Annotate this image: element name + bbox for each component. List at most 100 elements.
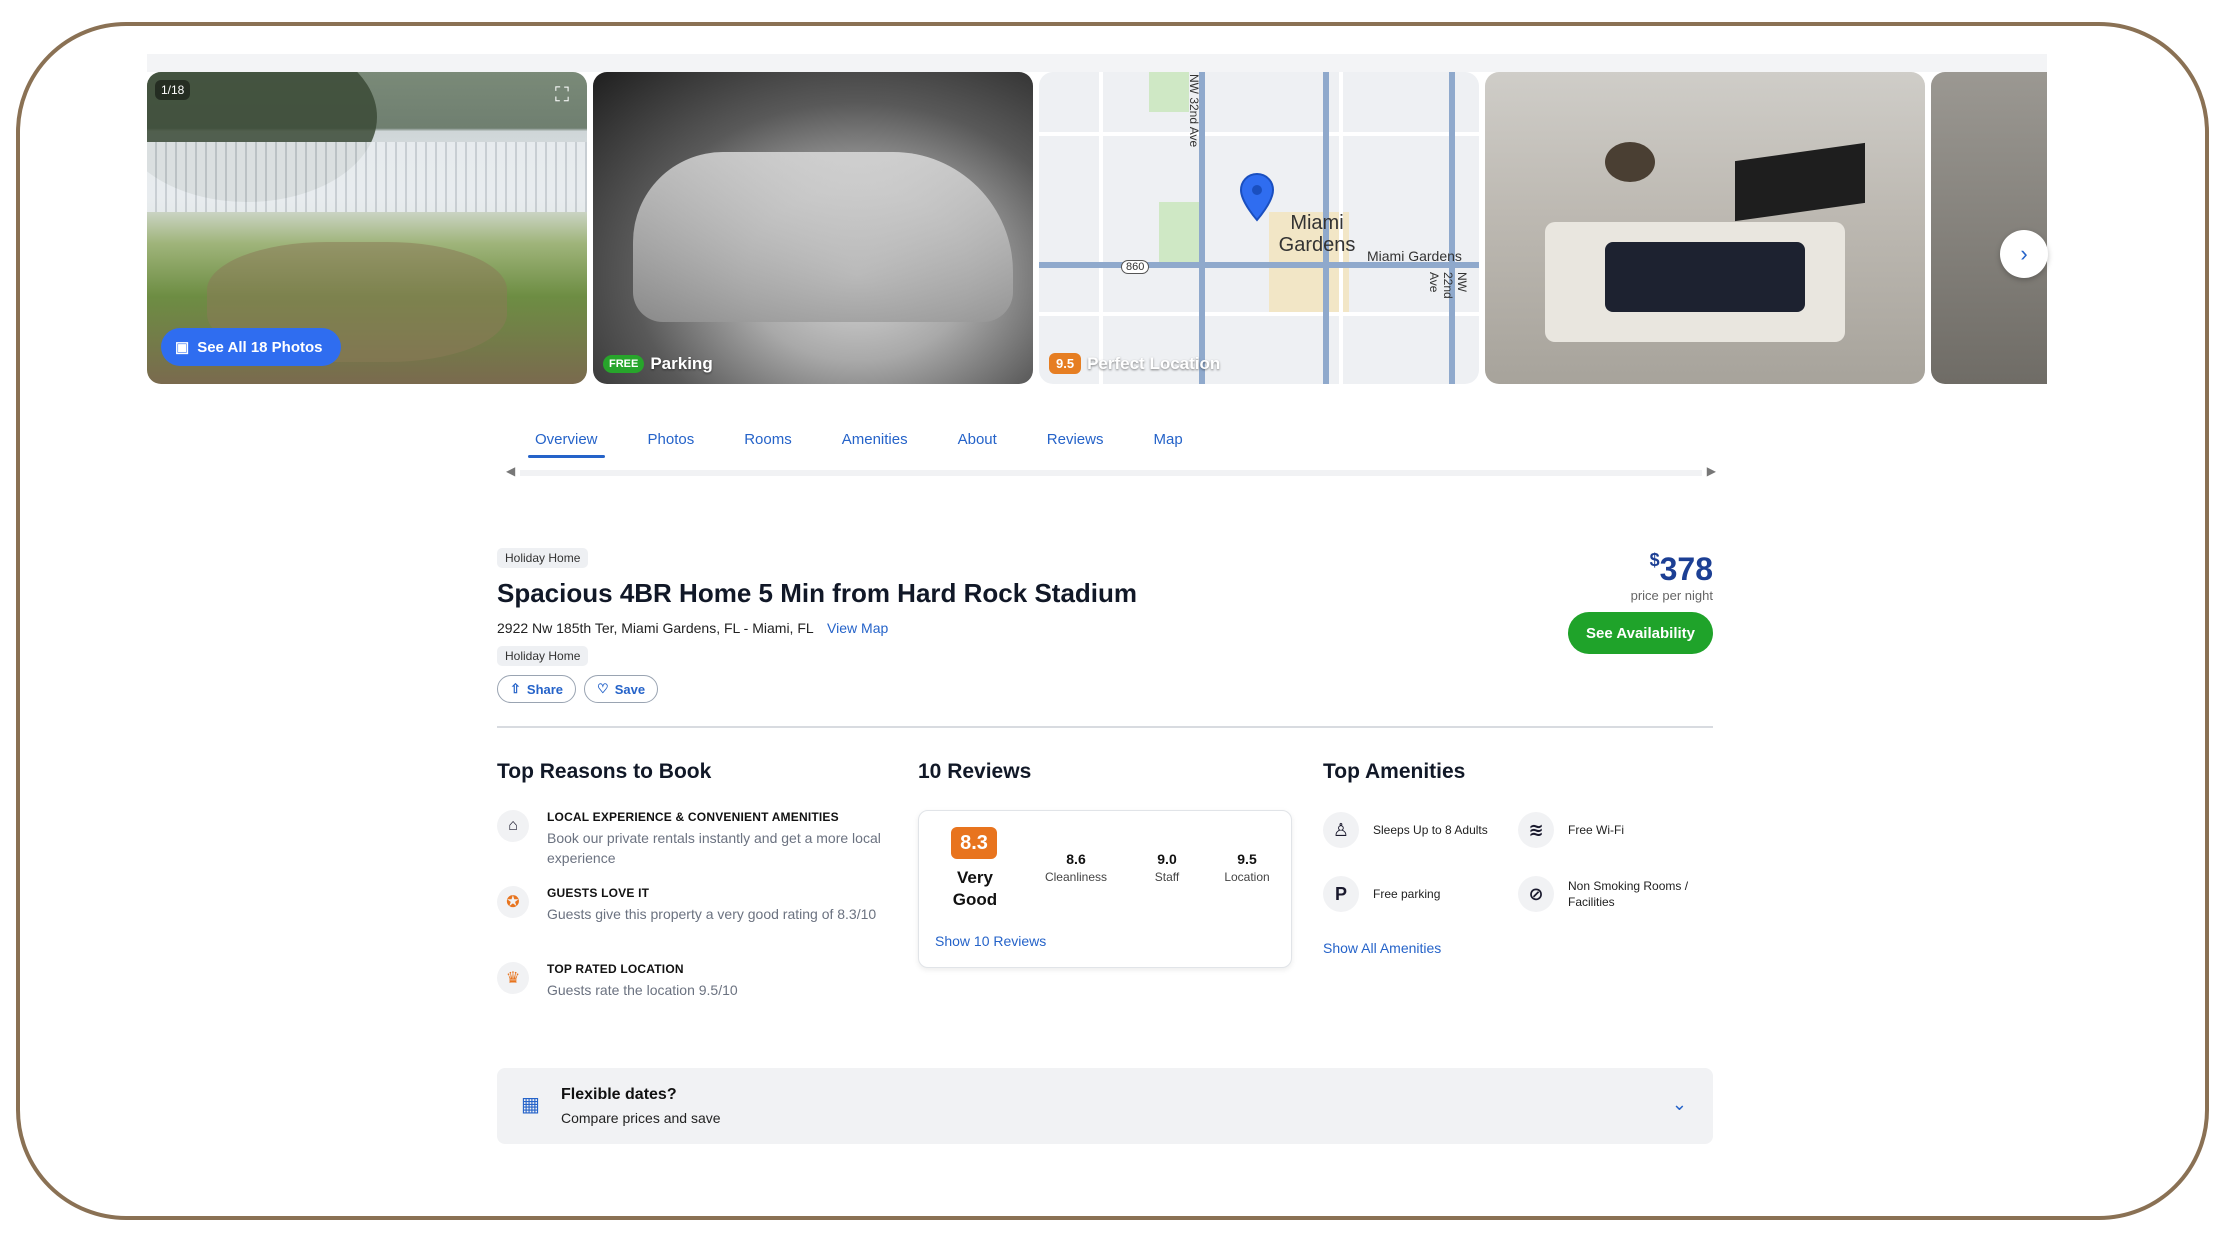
map-pin-icon — [1239, 172, 1275, 222]
photo-backyard[interactable]: 1/18 ⛶ ▣ See All 18 Photos — [147, 72, 587, 384]
park-area — [1159, 202, 1199, 262]
tab-map[interactable]: Map — [1128, 426, 1207, 466]
map-road-label: NW 22nd Ave — [1427, 272, 1469, 299]
review-sub-score: 9.0 Staff — [1137, 851, 1197, 884]
price-note: price per night — [1630, 588, 1713, 603]
expand-icon[interactable]: ⛶ — [549, 82, 575, 108]
reason-body: Book our private rentals instantly and g… — [547, 830, 881, 866]
reason-body: Guests give this property a very good ra… — [547, 906, 877, 922]
reviews-title: 10 Reviews — [918, 760, 1032, 783]
scroll-track[interactable] — [520, 470, 1702, 476]
scroll-left-icon[interactable]: ◀ — [506, 464, 515, 478]
photo-bedroom[interactable] — [1485, 72, 1925, 384]
share-label: Share — [526, 681, 564, 697]
scroll-right-icon[interactable]: ▶ — [1707, 464, 1716, 478]
sub-score-label: Location — [1224, 870, 1270, 884]
flexible-dates-title: Flexible dates? — [561, 1086, 677, 1103]
location-score-badge: 9.5 — [1049, 353, 1082, 374]
tabs-scrollbar[interactable]: ◀ ▶ — [506, 464, 1716, 482]
major-road — [1449, 72, 1455, 384]
review-sub-score: 9.5 Location — [1207, 851, 1287, 884]
review-score-word: Very Good — [952, 868, 998, 909]
review-sub-score: 8.6 Cleanliness — [1027, 851, 1125, 884]
see-all-photos-button[interactable]: ▣ See All 18 Photos — [161, 328, 341, 366]
reasons-title: Top Reasons to Book — [497, 760, 712, 783]
price-value: 378 — [1659, 551, 1713, 587]
trophy-icon: ♛ — [497, 962, 529, 994]
price-currency: $ — [1649, 550, 1660, 570]
map-road-label: Miami Gardens — [1367, 248, 1462, 264]
share-button[interactable]: ⇧ Share — [497, 675, 577, 703]
amenity-label: Non Smoking Rooms / Facilities — [1568, 879, 1689, 909]
no-smoking-icon: ⊘ — [1518, 876, 1554, 912]
location-caption: 9.5 Perfect Location — [1049, 353, 1220, 374]
see-all-photos-label: See All 18 Photos — [197, 338, 323, 356]
photo-gallery: 1/18 ⛶ ▣ See All 18 Photos FREE Parking … — [147, 72, 2047, 384]
tab-photos[interactable]: Photos — [623, 426, 720, 466]
amenity-item: P Free parking — [1323, 876, 1503, 912]
reason-head: GUESTS LOVE IT — [547, 886, 650, 900]
property-type-pill-2: Holiday Home — [497, 646, 589, 666]
blanket-shape — [1605, 242, 1805, 312]
reason-head: LOCAL EXPERIENCE & CONVENIENT AMENITIES — [547, 810, 839, 824]
tab-about[interactable]: About — [933, 426, 1022, 466]
photo-parking[interactable]: FREE Parking — [593, 72, 1033, 384]
chevron-down-icon[interactable]: ⌄ — [1672, 1094, 1687, 1115]
save-label: Save — [614, 681, 646, 697]
tv-shape — [1735, 142, 1865, 222]
tab-reviews[interactable]: Reviews — [1022, 426, 1129, 466]
clock-shape — [1605, 142, 1655, 182]
tab-rooms[interactable]: Rooms — [719, 426, 817, 466]
sub-score-value: 9.5 — [1237, 851, 1257, 867]
house-icon: ⌂ — [497, 810, 529, 842]
view-map-link[interactable]: View Map — [827, 620, 888, 636]
parking-caption-label: Parking — [650, 354, 713, 373]
tab-amenities[interactable]: Amenities — [817, 426, 933, 466]
map-city-label: Miami Gardens — [1278, 212, 1356, 256]
person-icon: ♙ — [1323, 812, 1359, 848]
car-shape — [633, 152, 1013, 322]
photo-bathroom[interactable] — [1931, 72, 2047, 384]
road — [1099, 72, 1103, 384]
see-availability-button[interactable]: See Availability — [1568, 612, 1713, 654]
reason-item: ✪ GUESTS LOVE IT Guests give this proper… — [497, 886, 897, 924]
free-badge: FREE — [603, 355, 645, 373]
tab-overview[interactable]: Overview — [510, 426, 623, 466]
map-road-label: NW 32nd Ave — [1187, 74, 1201, 148]
amenity-label: Sleeps Up to 8 Adults — [1373, 823, 1488, 837]
reason-head: TOP RATED LOCATION — [547, 962, 684, 976]
reason-body: Guests rate the location 9.5/10 — [547, 982, 738, 998]
sub-score-value: 8.6 — [1066, 851, 1086, 867]
show-reviews-link[interactable]: Show 10 Reviews — [935, 933, 1046, 949]
amenity-item: ♙ Sleeps Up to 8 Adults — [1323, 812, 1503, 848]
sub-score-label: Staff — [1154, 870, 1180, 884]
amenity-item: ⊘ Non Smoking Rooms / Facilities — [1518, 876, 1698, 912]
heart-icon: ♡ — [597, 681, 609, 696]
parking-caption: FREE Parking — [603, 354, 713, 374]
park-area — [1149, 72, 1189, 112]
price-box: $378 price per night — [1631, 550, 1713, 603]
amenity-label: Free parking — [1373, 887, 1441, 901]
photo-map[interactable]: Miami Gardens Miami Gardens NW 32nd Ave … — [1039, 72, 1479, 384]
calendar-icon: ▦ — [521, 1094, 540, 1116]
share-icon: ⇧ — [510, 681, 521, 696]
amenity-label: Free Wi-Fi — [1568, 823, 1624, 837]
parking-icon: P — [1323, 876, 1359, 912]
review-score: 8.3 — [951, 827, 997, 859]
gallery-next-button[interactable]: › — [2000, 230, 2048, 278]
reason-item: ⌂ LOCAL EXPERIENCE & CONVENIENT AMENITIE… — [497, 810, 897, 868]
sub-score-value: 9.0 — [1157, 851, 1177, 867]
amenity-item: ≋ Free Wi-Fi — [1518, 812, 1698, 848]
show-all-amenities-link[interactable]: Show All Amenities — [1323, 940, 1441, 956]
price: $378 — [1631, 550, 1713, 588]
property-actions: ⇧ Share ♡ Save — [497, 675, 659, 703]
award-icon: ✪ — [497, 886, 529, 918]
save-button[interactable]: ♡ Save — [584, 675, 659, 703]
photos-icon: ▣ — [175, 339, 190, 356]
property-title: Spacious 4BR Home 5 Min from Hard Rock S… — [497, 578, 1138, 608]
property-address: 2922 Nw 185th Ter, Miami Gardens, FL - M… — [497, 620, 888, 636]
road — [1039, 312, 1479, 316]
wifi-icon: ≋ — [1518, 812, 1554, 848]
amenities-title: Top Amenities — [1323, 760, 1466, 783]
flexible-dates-panel[interactable]: ▦ Flexible dates? Compare prices and sav… — [497, 1068, 1713, 1144]
